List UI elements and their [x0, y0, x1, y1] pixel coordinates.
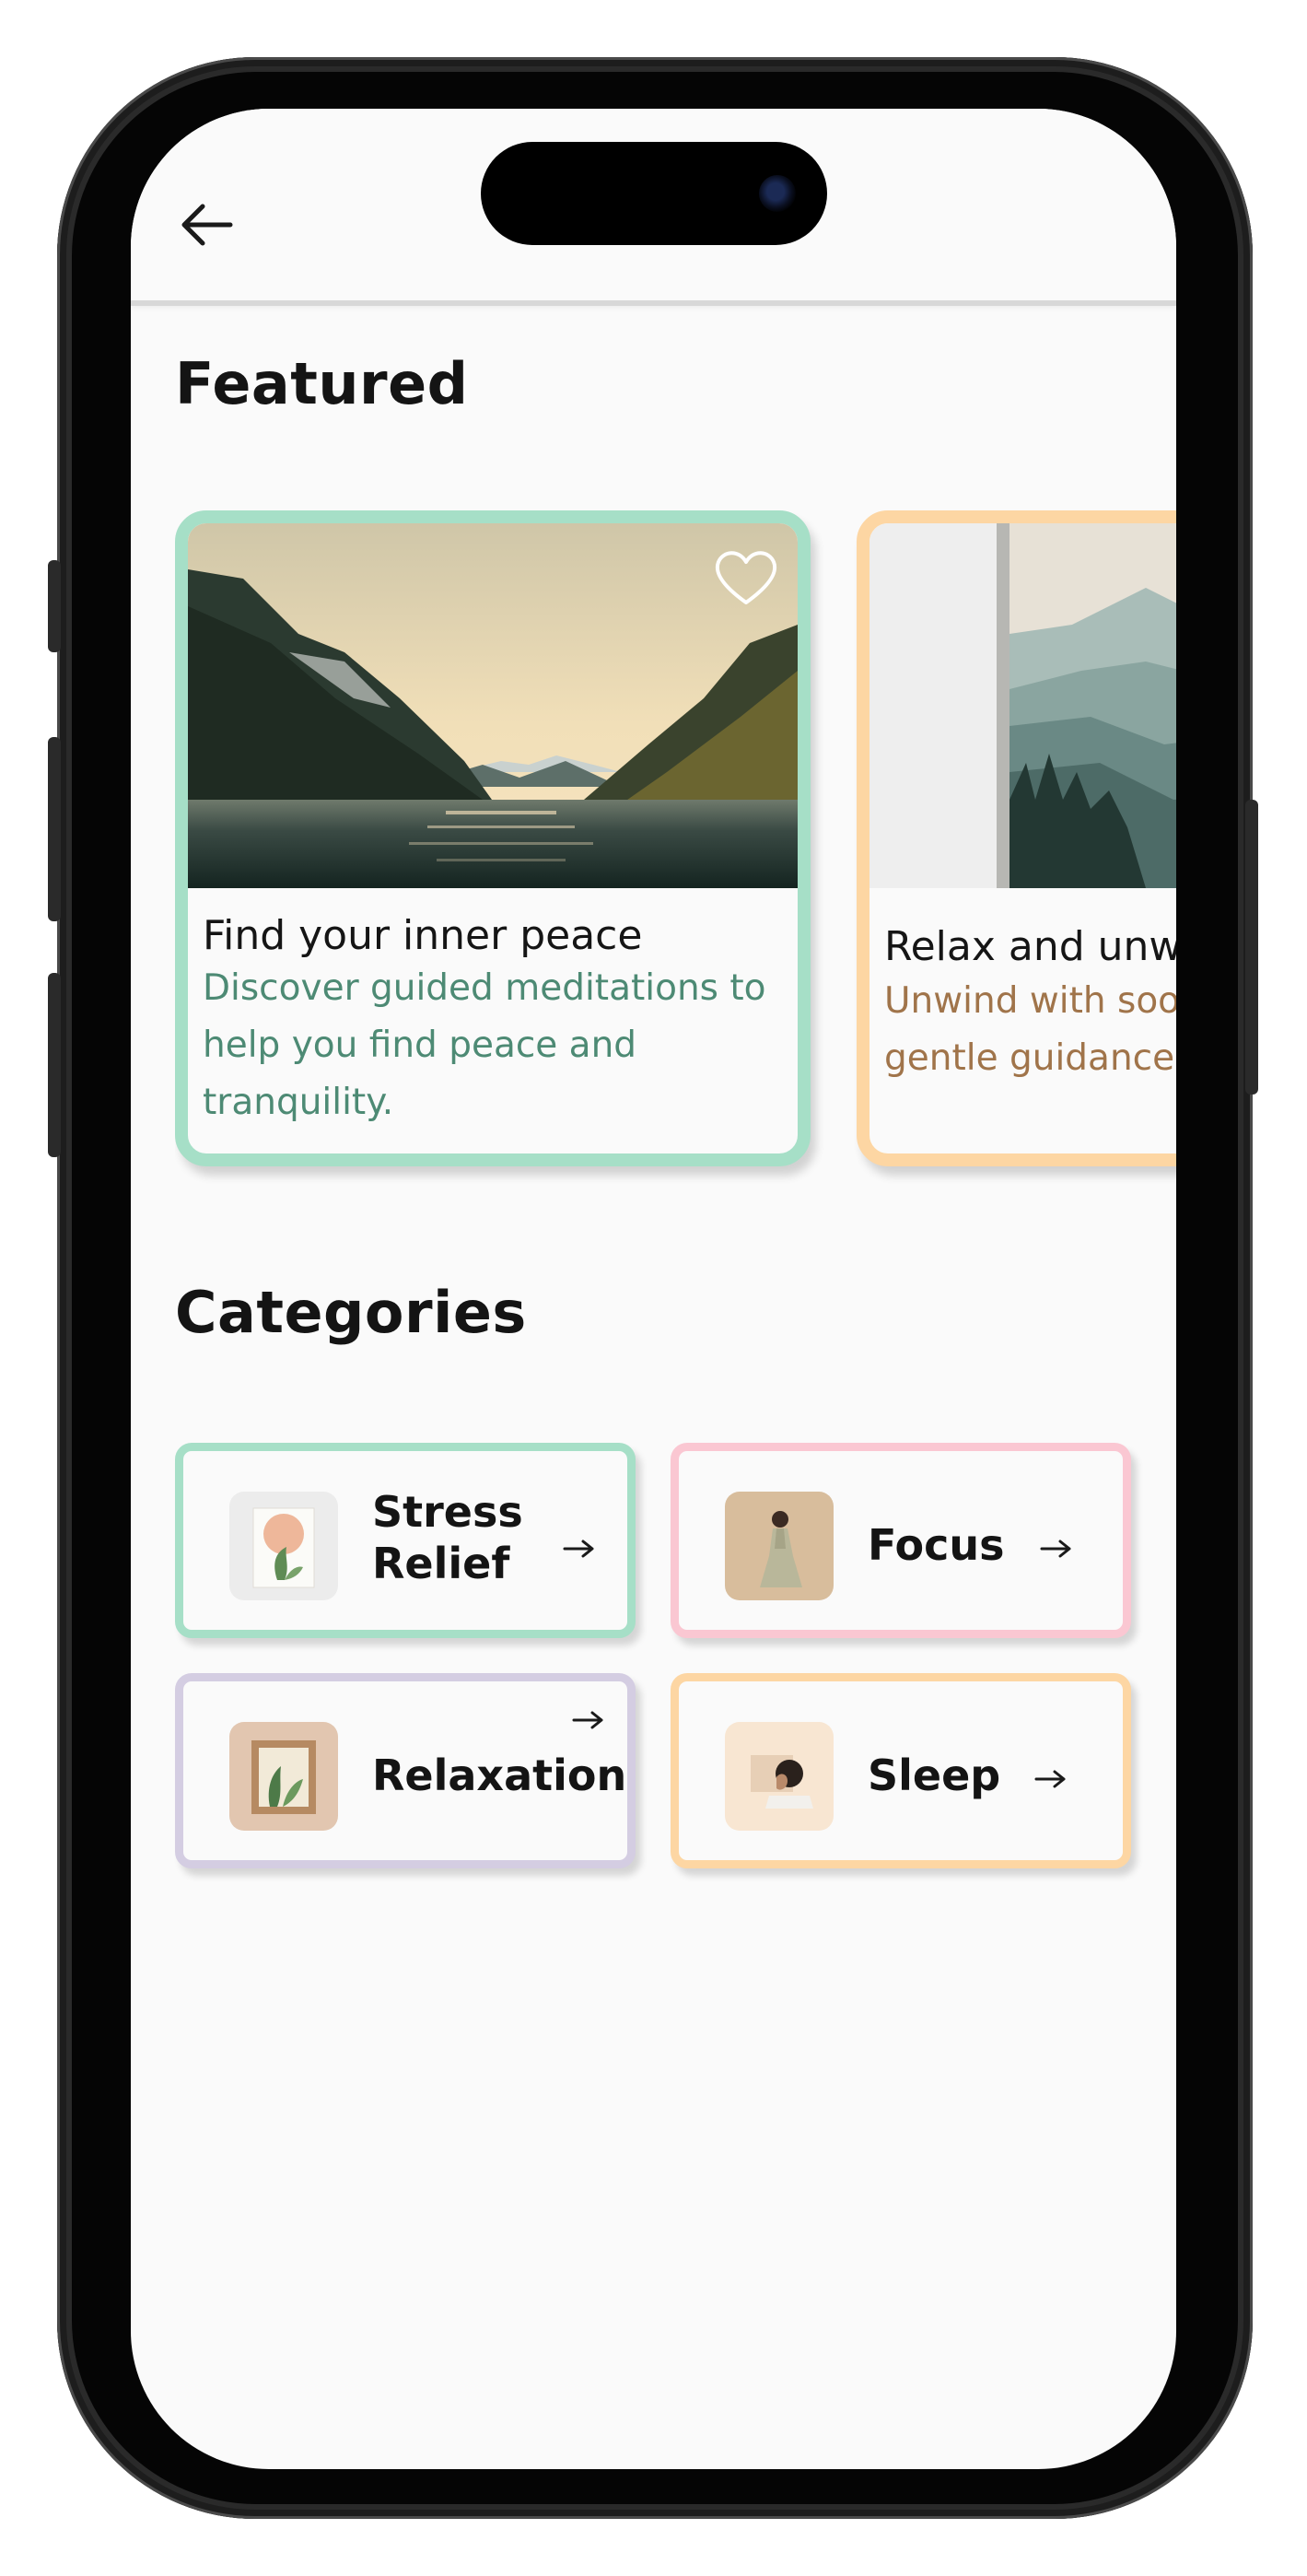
arrow-right-icon	[1040, 1540, 1071, 1558]
arrow-right-icon	[1034, 1770, 1066, 1788]
action-button	[48, 560, 61, 652]
category-label: Focus	[868, 1520, 1005, 1570]
arrow-left-icon	[181, 204, 233, 246]
category-label: Sleep	[868, 1751, 1001, 1800]
featured-card-description: Discover guided meditations to help you …	[203, 967, 766, 1123]
volume-down-button	[48, 973, 61, 1157]
category-stress-relief[interactable]: Stress Relief	[175, 1443, 636, 1638]
category-sleep[interactable]: Sleep	[671, 1673, 1131, 1868]
sleep-thumbnail	[725, 1722, 834, 1831]
featured-card-relax[interactable]: Relax and unwind Unwind with soothing so…	[857, 510, 1176, 1166]
favorite-button[interactable]	[713, 547, 779, 608]
arrow-right-icon	[572, 1711, 603, 1729]
dynamic-island	[481, 142, 827, 245]
volume-up-button	[48, 737, 61, 921]
misty-mountains-image	[869, 523, 1176, 888]
back-button[interactable]	[171, 190, 241, 260]
category-focus[interactable]: Focus	[671, 1443, 1131, 1638]
featured-title: Featured	[175, 350, 469, 417]
category-label: Relaxation	[372, 1751, 627, 1800]
featured-card-title: Find your inner peace	[203, 912, 643, 959]
front-camera	[759, 175, 796, 212]
featured-carousel[interactable]: Find your inner peace Discover guided me…	[175, 510, 1176, 1192]
power-button	[1245, 800, 1258, 1095]
featured-card-title: Relax and unwind	[884, 923, 1176, 970]
category-label: Stress Relief	[372, 1487, 523, 1588]
stress-relief-thumbnail	[229, 1492, 338, 1600]
phone-screen: Featured Find your inner peace Discover …	[131, 109, 1176, 2469]
focus-thumbnail	[725, 1492, 834, 1600]
arrow-right-icon	[563, 1540, 594, 1558]
mountain-lake-image	[188, 523, 798, 888]
heart-outline-icon	[715, 551, 777, 604]
relaxation-thumbnail	[229, 1722, 338, 1831]
featured-card-description: Unwind with soothing sounds and gentle g…	[884, 980, 1176, 1079]
featured-card-inner-peace[interactable]: Find your inner peace Discover guided me…	[175, 510, 811, 1166]
categories-title: Categories	[175, 1279, 527, 1346]
category-relaxation[interactable]: Relaxation	[175, 1673, 636, 1868]
